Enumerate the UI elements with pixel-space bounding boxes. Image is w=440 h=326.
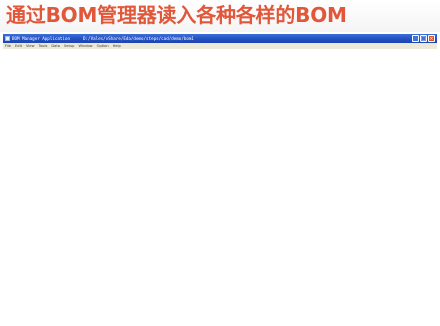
maximize-button[interactable]: □: [420, 35, 427, 42]
slide-header: 通过BOM管理器读入各种各样的BOM: [0, 0, 440, 32]
bom-manager-window: BOM Manager Application D:/Vales/vShare/…: [3, 34, 437, 326]
slide-title: 通过BOM管理器读入各种各样的BOM: [6, 3, 347, 27]
close-button[interactable]: ×: [428, 35, 435, 42]
minimize-button[interactable]: _: [412, 35, 419, 42]
application-workspace[interactable]: [3, 49, 437, 326]
window-titlebar[interactable]: BOM Manager Application D:/Vales/vShare/…: [3, 34, 437, 43]
window-title: BOM Manager Application: [12, 36, 70, 41]
window-controls: _ □ ×: [412, 35, 435, 42]
slide-page: 通过BOM管理器读入各种各样的BOM BOM Manager Applicati…: [0, 0, 440, 326]
app-icon: [5, 36, 10, 41]
window-path: D:/Vales/vShare/Eda/demo/steps/cad/demo/…: [83, 36, 194, 41]
